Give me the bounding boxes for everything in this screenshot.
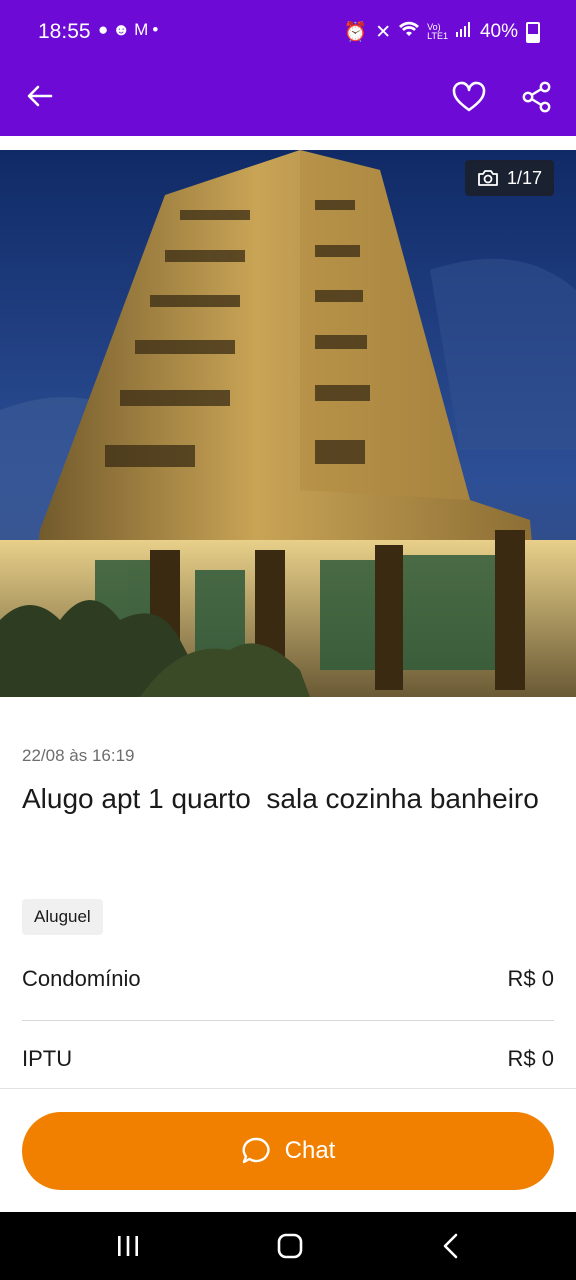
home-icon <box>277 1233 303 1259</box>
battery-text: 40% <box>479 21 518 42</box>
chat-bubble-icon: ● <box>98 20 113 39</box>
photo-counter: 1/17 <box>464 160 554 196</box>
battery-icon <box>526 21 540 43</box>
camera-icon <box>478 170 498 186</box>
photo-counter-text: 1/17 <box>506 167 542 188</box>
system-icons: ⏰ ✕ Vo) LTE1 40% <box>344 20 540 44</box>
share-icon <box>522 81 551 113</box>
detail-value: R$ 0 <box>507 1046 554 1071</box>
system-nav-bar <box>0 1212 576 1280</box>
mute-icon: ✕ <box>375 21 392 43</box>
detail-value: R$ 0 <box>507 966 554 991</box>
detail-label: Condomínio <box>22 966 141 991</box>
detail-row-iptu: IPTU R$ 0 <box>22 1040 554 1080</box>
system-back-button[interactable] <box>421 1226 481 1266</box>
wifi-icon <box>399 21 420 43</box>
home-button[interactable] <box>260 1226 320 1266</box>
notification-icons: ●☻M• <box>98 20 162 40</box>
arrow-left-icon <box>27 85 53 107</box>
mail-icon: M <box>134 20 153 39</box>
heart-icon <box>452 81 486 112</box>
status-time: 18:55 <box>38 20 91 43</box>
chat-button-label: Chat <box>284 1137 336 1164</box>
recent-apps-icon <box>118 1236 138 1256</box>
signal-icon <box>455 21 472 43</box>
status-bar: 18:55 ●☻M• ⏰ ✕ Vo) LTE1 40% <box>0 0 576 62</box>
alarm-icon: ⏰ <box>343 22 368 43</box>
chat-button[interactable]: Chat <box>22 1112 554 1190</box>
listing-date: 22/08 às 16:19 <box>22 746 135 765</box>
detail-row-condominio: Condomínio R$ 0 <box>22 960 554 1000</box>
favorite-button[interactable] <box>446 74 492 120</box>
face-icon: ☻ <box>112 20 135 39</box>
share-button[interactable] <box>514 74 560 120</box>
back-icon <box>443 1233 458 1259</box>
top-app-bar <box>0 62 576 136</box>
volte-icon: Vo) LTE1 <box>427 22 448 41</box>
chat-bubble-icon <box>242 1137 270 1164</box>
category-tag: Aluguel <box>22 899 103 935</box>
recent-apps-button[interactable] <box>98 1226 158 1266</box>
photo-gallery[interactable]: 1/17 <box>0 150 576 697</box>
building-photo <box>0 150 576 697</box>
back-button[interactable] <box>18 74 62 118</box>
bottom-bar-divider <box>0 1088 576 1089</box>
divider <box>22 1020 554 1021</box>
detail-label: IPTU <box>22 1046 73 1071</box>
dot-icon: • <box>152 20 163 39</box>
listing-title: Alugo apt 1 quarto sala cozinha banheiro <box>22 783 539 814</box>
